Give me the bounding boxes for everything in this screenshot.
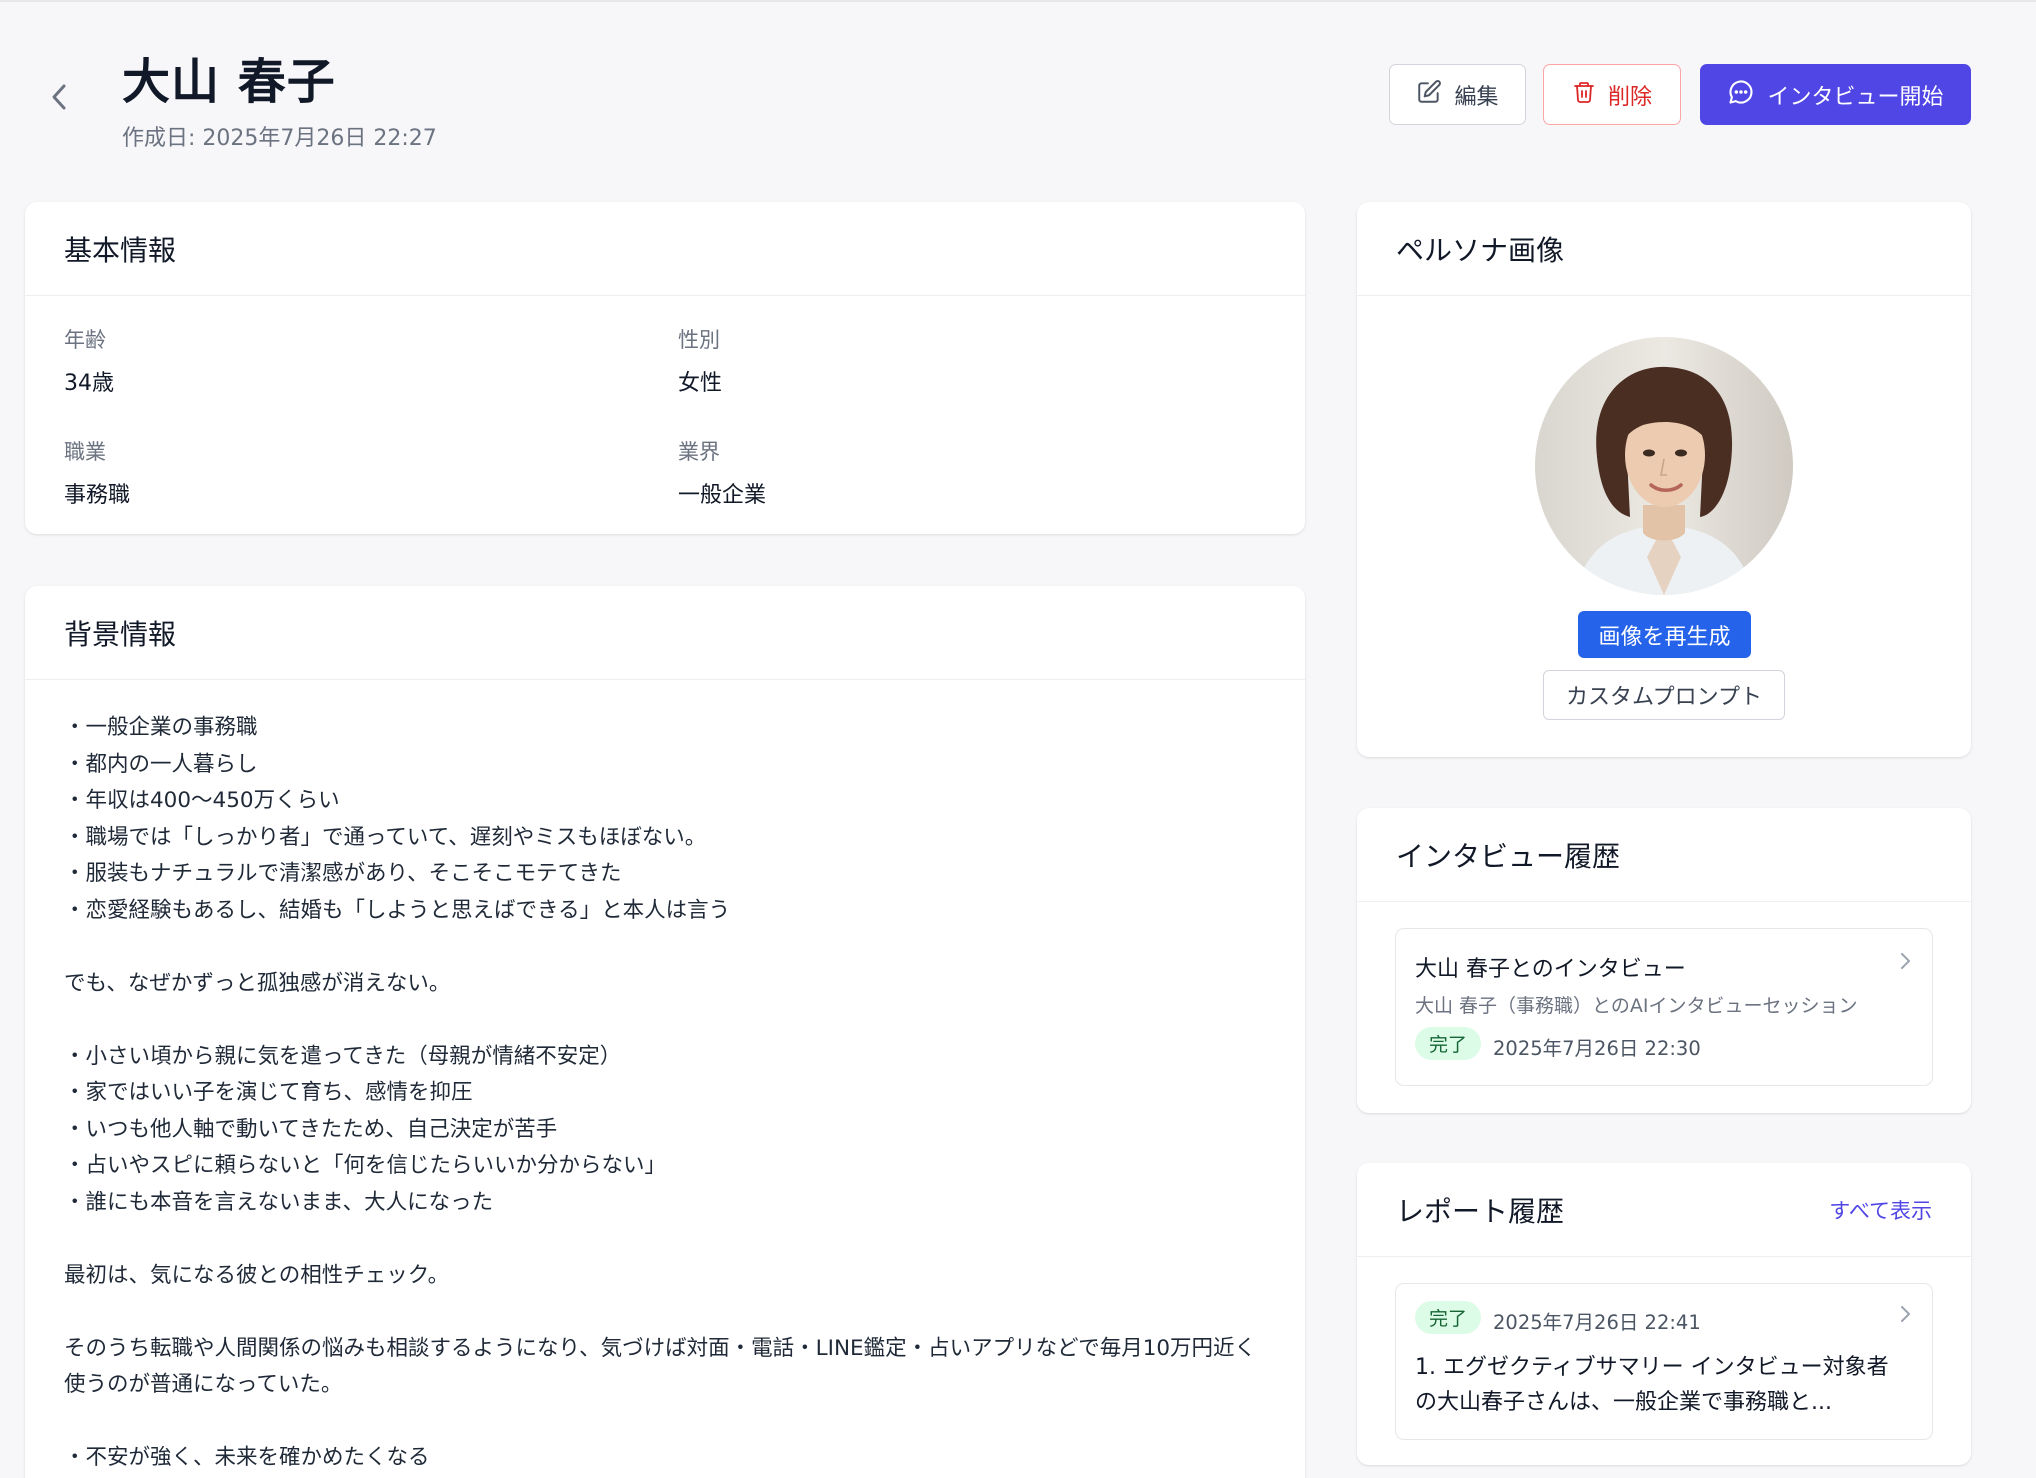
- job-value: 事務職: [64, 483, 131, 508]
- edit-button[interactable]: 編集: [1389, 64, 1526, 125]
- persona-header: ペルソナ画像: [1357, 202, 1971, 296]
- background-text: ・一般企業の事務職 ・都内の一人暮らし ・年収は400〜450万くらい ・職場で…: [64, 715, 1257, 1470]
- delete-label: 削除: [1607, 84, 1652, 110]
- basic-info-title: 基本情報: [64, 233, 177, 267]
- chevron-right-icon: [1898, 951, 1912, 971]
- interview-subtitle: 大山 春子（事務職）とのAIインタビューセッション: [1415, 995, 1858, 1017]
- gender-label: 性別: [678, 328, 720, 352]
- back-chevron-icon[interactable]: [46, 80, 74, 114]
- page-title: 大山 春子: [122, 54, 336, 110]
- background-header: 背景情報: [25, 586, 1305, 680]
- interview-title: 大山 春子とのインタビュー: [1415, 957, 1686, 982]
- background-card: 背景情報 ・一般企業の事務職 ・都内の一人暮らし ・年収は400〜450万くらい…: [25, 586, 1305, 1478]
- report-history-card: レポート履歴 すべて表示 完了 2025年7月26日 22:41 1. エグゼク…: [1357, 1163, 1971, 1465]
- start-interview-label: インタビュー開始: [1767, 84, 1944, 110]
- status-badge: 完了: [1415, 1027, 1482, 1060]
- created-date: 作成日: 2025年7月26日 22:27: [122, 126, 437, 151]
- report-history-title: レポート履歴: [1396, 1194, 1565, 1228]
- persona-title: ペルソナ画像: [1396, 233, 1565, 267]
- view-all-link[interactable]: すべて表示: [1829, 1195, 1932, 1225]
- industry-value: 一般企業: [678, 483, 767, 508]
- report-history-item[interactable]: 完了 2025年7月26日 22:41 1. エグゼクティブサマリー インタビュ…: [1395, 1283, 1933, 1440]
- trash-icon: [1572, 79, 1596, 111]
- gender-value: 女性: [678, 371, 723, 396]
- basic-info-header: 基本情報: [25, 202, 1305, 296]
- top-divider: [0, 0, 2036, 2]
- background-title: 背景情報: [64, 617, 177, 651]
- start-interview-button[interactable]: インタビュー開始: [1700, 64, 1971, 125]
- job-label: 職業: [64, 440, 106, 464]
- interview-history-item[interactable]: 大山 春子とのインタビュー 大山 春子（事務職）とのAIインタビューセッション …: [1395, 928, 1933, 1086]
- age-label: 年齢: [64, 328, 106, 352]
- regenerate-image-button[interactable]: 画像を再生成: [1578, 611, 1751, 658]
- industry-label: 業界: [678, 440, 720, 464]
- edit-label: 編集: [1454, 84, 1499, 110]
- status-badge: 完了: [1415, 1301, 1482, 1334]
- persona-avatar: [1535, 337, 1793, 595]
- chevron-right-icon: [1898, 1304, 1912, 1324]
- report-snippet: 1. エグゼクティブサマリー インタビュー対象者の大山春子さんは、一般企業で事務…: [1415, 1355, 1889, 1415]
- report-history-header: レポート履歴 すべて表示: [1357, 1163, 1971, 1257]
- persona-image-card: ペルソナ画像 画像を再生成 カスタムプロンプト: [1357, 202, 1971, 757]
- report-date: 2025年7月26日 22:41: [1493, 1311, 1701, 1334]
- interview-date: 2025年7月26日 22:30: [1493, 1037, 1701, 1060]
- chat-bubble-icon: [1727, 78, 1755, 112]
- interview-history-header: インタビュー履歴: [1357, 808, 1971, 902]
- delete-button[interactable]: 削除: [1543, 64, 1681, 125]
- age-value: 34歳: [64, 371, 114, 396]
- interview-history-title: インタビュー履歴: [1396, 839, 1621, 873]
- custom-prompt-button[interactable]: カスタムプロンプト: [1543, 670, 1785, 720]
- edit-icon: [1416, 79, 1442, 111]
- basic-info-card: 基本情報 年齢 34歳 性別 女性 職業 事務職 業界 一般企業: [25, 202, 1305, 534]
- interview-history-card: インタビュー履歴 大山 春子とのインタビュー 大山 春子（事務職）とのAIインタ…: [1357, 808, 1971, 1113]
